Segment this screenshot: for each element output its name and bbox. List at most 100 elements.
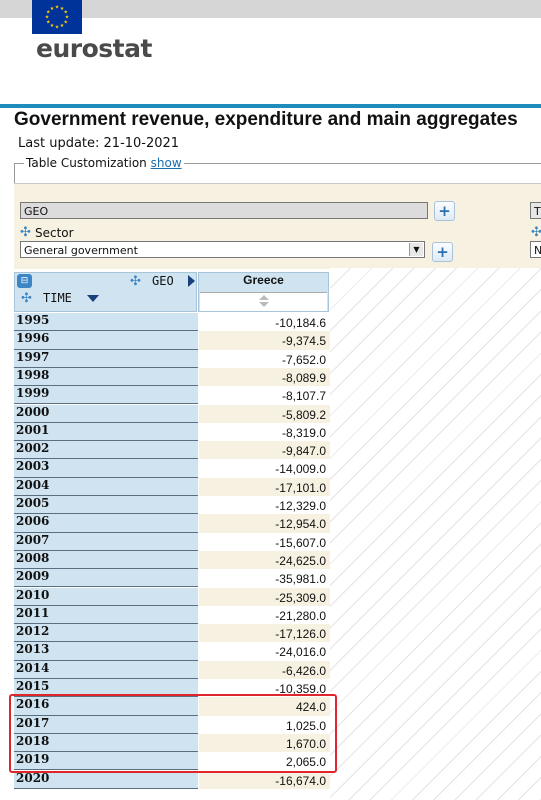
next-dimension-field[interactable]: T (530, 202, 541, 219)
sector-select[interactable]: General government ▼ (20, 241, 425, 258)
table-row: 2009 -35,981.0 (14, 569, 330, 588)
sector-label: Sector (35, 226, 74, 240)
table-row: 1996 -9,374.5 (14, 331, 330, 350)
table-row: 2012 -17,126.0 (14, 624, 330, 643)
row-year-label: 2001 (14, 422, 198, 442)
table-row: 2008 -24,625.0 (14, 550, 330, 570)
row-year-label: 2011 (14, 605, 198, 625)
sector-add-button[interactable]: + (432, 242, 453, 262)
table-options-icon[interactable]: ⊟ (17, 274, 32, 288)
svg-text:★: ★ (60, 23, 65, 29)
eurostat-logo[interactable]: eurostat (36, 34, 152, 63)
table-row: 2010 -25,309.0 (14, 587, 330, 606)
table-row: 1997 -7,652.0 (14, 349, 330, 368)
row-year-label: 2010 (14, 587, 198, 606)
row-value-cell: 2,065.0 (199, 752, 330, 771)
row-value-cell: -17,101.0 (199, 477, 330, 496)
svg-text:★: ★ (55, 25, 60, 31)
row-value-cell: -14,009.0 (199, 459, 330, 478)
row-year-label: 2018 (14, 733, 198, 753)
table-row: 2000 -5,809.2 (14, 404, 330, 423)
row-year-label: 2016 (14, 697, 198, 716)
row-year-label: 1998 (14, 367, 198, 387)
move-icon[interactable]: ✣ (20, 226, 31, 239)
table-row: 1995 -10,184.6 (14, 313, 330, 332)
row-value-cell: -12,954.0 (199, 514, 330, 533)
table-row: 1998 -8,089.9 (14, 367, 330, 387)
plus-icon: + (436, 243, 449, 261)
row-year-label: 2020 (14, 770, 198, 789)
row-value-cell: -21,280.0 (199, 605, 330, 625)
last-update-text: Last update: 21-10-2021 (18, 136, 180, 151)
move-icon[interactable]: ✣ (21, 292, 32, 305)
row-year-label: 2002 (14, 441, 198, 460)
geo-dimension-field[interactable]: GEO (20, 202, 428, 219)
page-title: Government revenue, expenditure and main… (14, 109, 518, 130)
table-row: 2015 -10,359.0 (14, 679, 330, 698)
table-row: 2007 -15,607.0 (14, 532, 330, 551)
row-year-label: 2005 (14, 496, 198, 515)
move-icon[interactable]: ✣ (531, 226, 541, 239)
row-year-label: 2013 (14, 642, 198, 661)
customization-legend-label: Table Customization (26, 156, 147, 170)
row-year-label: 1997 (14, 349, 198, 368)
geo-axis-header: GEO (152, 274, 174, 288)
sort-descending-icon[interactable] (259, 302, 269, 307)
row-year-label: 2007 (14, 532, 198, 551)
caret-down-icon[interactable] (87, 295, 99, 302)
row-year-label: 2009 (14, 569, 198, 588)
row-value-cell: -12,329.0 (199, 496, 330, 515)
sort-ascending-icon[interactable] (259, 295, 269, 300)
table-row: 2013 -24,016.0 (14, 642, 330, 661)
show-customization-link[interactable]: show (151, 156, 182, 170)
table-row: 2016 424.0 (14, 697, 330, 716)
table-row: 2006 -12,954.0 (14, 514, 330, 533)
geo-add-button[interactable]: + (434, 201, 455, 221)
row-year-label: 2017 (14, 715, 198, 734)
row-year-label: 2000 (14, 404, 198, 423)
table-row: 2004 -17,101.0 (14, 477, 330, 496)
eu-flag-icon: ★ ★ ★ ★ ★ ★ ★ ★ ★ ★ ★ ★ (32, 0, 82, 34)
table-row: 2018 1,670.0 (14, 733, 330, 753)
column-header-label: Greece (243, 273, 284, 287)
row-value-cell: -5,809.2 (199, 404, 330, 423)
row-year-label: 1999 (14, 386, 198, 405)
row-value-cell: -16,674.0 (199, 770, 330, 789)
row-year-label: 2004 (14, 477, 198, 496)
row-year-label: 2019 (14, 752, 198, 771)
row-value-cell: -24,625.0 (199, 550, 330, 570)
row-value-cell: 1,670.0 (199, 733, 330, 753)
table-row: 2002 -9,847.0 (14, 441, 330, 460)
table-row: 2011 -21,280.0 (14, 605, 330, 625)
move-icon[interactable]: ✣ (130, 275, 141, 288)
row-value-cell: -8,089.9 (199, 367, 330, 387)
row-value-cell: -7,652.0 (199, 349, 330, 368)
table-row: 1999 -8,107.7 (14, 386, 330, 405)
table-row: 2017 1,025.0 (14, 715, 330, 734)
row-value-cell: -8,319.0 (199, 422, 330, 442)
caret-right-icon[interactable] (188, 275, 195, 287)
row-value-cell: -25,309.0 (199, 587, 330, 606)
row-value-cell: -9,847.0 (199, 441, 330, 460)
row-value-cell: -24,016.0 (199, 642, 330, 661)
row-year-label: 2006 (14, 514, 198, 533)
row-year-label: 1995 (14, 313, 198, 332)
row-value-cell: -9,374.5 (199, 331, 330, 350)
row-value-cell: -35,981.0 (199, 569, 330, 588)
svg-text:★: ★ (50, 6, 55, 12)
customization-legend: Table Customization show (24, 156, 184, 170)
empty-table-area (330, 268, 541, 800)
row-year-label: 1996 (14, 331, 198, 350)
sector-select-value: General government (24, 244, 138, 257)
row-year-label: 2008 (14, 550, 198, 570)
table-row: 2020 -16,674.0 (14, 770, 330, 789)
table-row: 2003 -14,009.0 (14, 459, 330, 478)
row-year-label: 2015 (14, 679, 198, 698)
row-value-cell: -10,184.6 (199, 313, 330, 332)
next-dimension-select[interactable]: N (530, 241, 541, 258)
row-value-cell: -17,126.0 (199, 624, 330, 643)
time-axis-header: TIME (43, 291, 72, 305)
chevron-down-icon[interactable]: ▼ (409, 243, 423, 256)
row-value-cell: -8,107.7 (199, 386, 330, 405)
row-value-cell: -6,426.0 (199, 660, 330, 679)
